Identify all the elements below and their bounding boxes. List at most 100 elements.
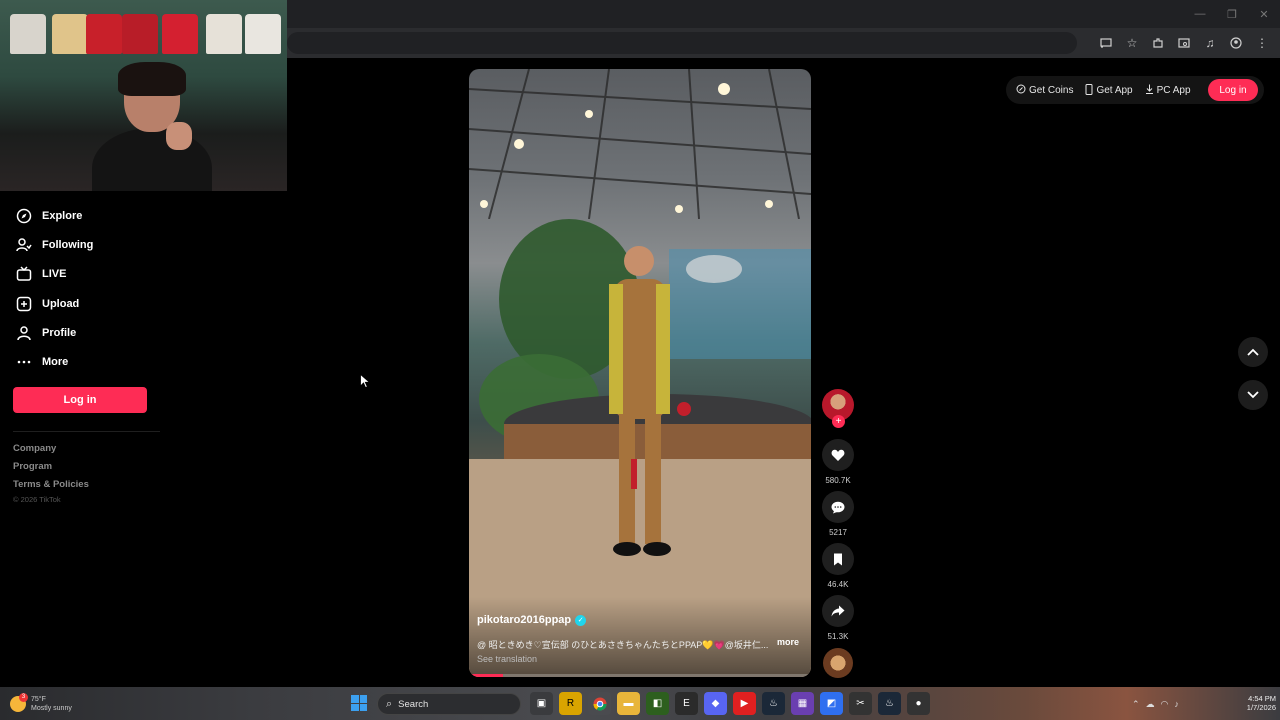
more-link[interactable]: more bbox=[777, 637, 799, 647]
taskbar-search[interactable]: ⌕ Search bbox=[377, 693, 521, 715]
comment-count: 5217 bbox=[829, 528, 847, 537]
sidebar-item-label: Upload bbox=[42, 298, 80, 310]
jersey-image bbox=[86, 14, 122, 54]
author-name: pikotaro2016ppap bbox=[477, 614, 572, 626]
copyright-text: © 2026 TikTok bbox=[13, 495, 61, 504]
taskbar-clock[interactable]: 4:54 PM 1/7/2026 bbox=[1228, 694, 1276, 712]
close-window-button[interactable]: ✕ bbox=[1248, 0, 1280, 28]
rockstar-icon[interactable]: R bbox=[559, 692, 582, 715]
sidebar-divider bbox=[13, 431, 160, 432]
sun-icon: 3 bbox=[10, 693, 28, 712]
compass-icon bbox=[13, 205, 35, 227]
see-translation-link[interactable]: See translation bbox=[477, 654, 537, 664]
obs-icon[interactable]: ● bbox=[907, 692, 930, 715]
streamer-figure bbox=[92, 62, 212, 191]
chrome-icon[interactable] bbox=[588, 692, 611, 715]
tab-search-icon[interactable] bbox=[1172, 31, 1196, 55]
restore-button[interactable]: ❐ bbox=[1216, 0, 1248, 28]
sidebar-item-more[interactable]: More bbox=[13, 351, 68, 373]
header-login-button[interactable]: Log in bbox=[1208, 79, 1258, 101]
jersey-image bbox=[245, 14, 281, 54]
video-author[interactable]: pikotaro2016ppap ✓ bbox=[477, 614, 587, 626]
pc-app-label: PC App bbox=[1156, 84, 1191, 96]
steam-app-icon[interactable]: ♨ bbox=[878, 692, 901, 715]
music-disc-icon[interactable] bbox=[823, 648, 853, 678]
video-progress-bar[interactable] bbox=[469, 674, 811, 677]
person-following-icon bbox=[13, 234, 35, 256]
previous-video-button[interactable] bbox=[1238, 337, 1268, 367]
share-arrow-icon bbox=[831, 605, 845, 617]
window-controls: — ❐ ✕ bbox=[1184, 0, 1280, 28]
search-icon: ⌕ bbox=[386, 697, 393, 710]
epic-games-icon[interactable]: E bbox=[675, 692, 698, 715]
profile-icon[interactable] bbox=[1224, 31, 1248, 55]
taskbar-apps: ▣ R ▬ ◧ E ◆ ▶ ♨ ▦ ◩ ✂ ♨ ● bbox=[530, 692, 930, 716]
sidebar-item-profile[interactable]: Profile bbox=[13, 322, 76, 344]
sidebar-item-label: Following bbox=[42, 239, 94, 251]
get-app-label: Get App bbox=[1096, 84, 1133, 96]
like-count: 580.7K bbox=[825, 476, 851, 485]
sidebar-item-label: More bbox=[42, 356, 69, 368]
wifi-icon[interactable]: ◠ bbox=[1161, 699, 1169, 710]
sidebar-item-live[interactable]: LIVE bbox=[13, 263, 66, 285]
cast-icon[interactable] bbox=[1094, 31, 1118, 55]
file-explorer-icon[interactable]: ▬ bbox=[617, 692, 640, 715]
sidebar-item-label: Explore bbox=[42, 210, 83, 222]
sidebar-item-upload[interactable]: Upload bbox=[13, 293, 79, 315]
live-tv-icon bbox=[13, 263, 35, 285]
sidebar-login-button[interactable]: Log in bbox=[13, 387, 147, 413]
chevron-up-icon[interactable]: ⌃ bbox=[1132, 699, 1140, 710]
ellipsis-icon bbox=[13, 351, 35, 373]
footer-link-program[interactable]: Program bbox=[13, 461, 52, 472]
media-icon[interactable]: ♫ bbox=[1198, 31, 1222, 55]
comment-button[interactable] bbox=[822, 491, 854, 523]
jersey-image bbox=[122, 14, 158, 54]
clock-date: 1/7/2026 bbox=[1246, 703, 1276, 712]
address-bar[interactable] bbox=[287, 32, 1077, 54]
star-icon[interactable]: ☆ bbox=[1120, 31, 1144, 55]
start-button[interactable] bbox=[351, 695, 367, 711]
footer-link-company[interactable]: Company bbox=[13, 443, 56, 454]
pc-app-button[interactable]: PC App bbox=[1145, 84, 1191, 96]
get-app-button[interactable]: Get App bbox=[1085, 83, 1133, 97]
minimize-button[interactable]: — bbox=[1184, 0, 1216, 28]
get-coins-label: Get Coins bbox=[1029, 84, 1074, 96]
nvidia-icon[interactable]: ◧ bbox=[646, 692, 669, 715]
share-button[interactable] bbox=[822, 595, 854, 627]
weather-temperature: 75°F bbox=[31, 696, 46, 703]
video-player[interactable]: pikotaro2016ppap ✓ @ 昭ときめき♡宣伝部 のひとあさきちゃん… bbox=[469, 69, 811, 677]
sidebar-item-following[interactable]: Following bbox=[13, 234, 93, 256]
task-view-icon[interactable]: ▣ bbox=[530, 692, 553, 715]
extensions-icon[interactable] bbox=[1146, 31, 1170, 55]
get-coins-button[interactable]: Get Coins bbox=[1016, 84, 1073, 96]
sidebar-item-explore[interactable]: Explore bbox=[13, 205, 82, 227]
share-count: 51.3K bbox=[827, 632, 849, 641]
like-button[interactable] bbox=[822, 439, 854, 471]
youtube-icon[interactable]: ▶ bbox=[733, 692, 756, 715]
weather-widget[interactable]: 3 75°F Mostly sunny bbox=[10, 692, 100, 716]
blue-app-icon[interactable]: ◩ bbox=[820, 692, 843, 715]
footer-link-terms[interactable]: Terms & Policies bbox=[13, 479, 89, 490]
coin-icon bbox=[1016, 84, 1026, 96]
comment-icon bbox=[831, 501, 845, 513]
steam-icon[interactable]: ♨ bbox=[762, 692, 785, 715]
save-button[interactable] bbox=[822, 543, 854, 575]
bookmark-icon bbox=[834, 553, 842, 565]
kebab-menu-icon[interactable]: ⋮ bbox=[1250, 31, 1274, 55]
windows-taskbar: 3 75°F Mostly sunny ⌕ Search ▣ R ▬ ◧ E ◆… bbox=[0, 687, 1280, 720]
plus-square-icon bbox=[13, 293, 35, 315]
verified-badge-icon: ✓ bbox=[575, 614, 587, 626]
follow-button[interactable]: + bbox=[832, 415, 845, 428]
volume-icon[interactable]: ♪ bbox=[1174, 699, 1179, 709]
sidebar-item-label: LIVE bbox=[42, 268, 67, 280]
chevron-down-icon bbox=[1247, 391, 1259, 399]
game-controller-icon[interactable]: ◆ bbox=[704, 692, 727, 715]
capcut-icon[interactable]: ✂ bbox=[849, 692, 872, 715]
mouse-cursor-icon bbox=[360, 374, 370, 388]
cloud-icon[interactable]: ☁ bbox=[1146, 699, 1155, 710]
next-video-button[interactable] bbox=[1238, 380, 1268, 410]
purple-app-icon[interactable]: ▦ bbox=[791, 692, 814, 715]
jersey-image bbox=[206, 14, 242, 54]
save-count: 46.4K bbox=[827, 580, 849, 589]
toolbar-icons: ☆ ♫ ⋮ bbox=[1094, 28, 1274, 58]
